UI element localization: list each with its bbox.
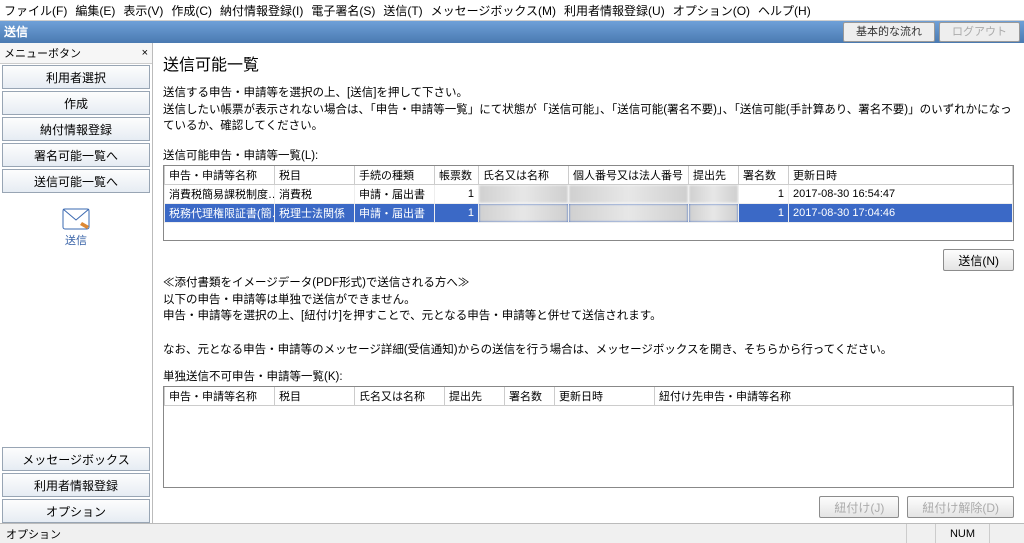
page-heading: 送信可能一覧 [163,51,1014,75]
status-num: NUM [935,524,989,543]
th2-dest[interactable]: 提出先 [445,387,505,406]
nav-to-sign-list[interactable]: 署名可能一覧へ [2,143,150,167]
window-title: 送信 [4,21,839,43]
status-bar: オプション NUM [0,523,1024,543]
menu-bar: ファイル(F) 編集(E) 表示(V) 作成(C) 納付情報登録(I) 電子署名… [0,0,1024,21]
title-bar: 送信 基本的な流れ ログアウト [0,21,1024,43]
link-button[interactable]: 紐付け(J) [819,496,899,518]
table1-header-row: 申告・申請等名称 税目 手続の種類 帳票数 氏名又は名称 個人番号又は法人番号 … [165,166,1013,185]
th-tax[interactable]: 税目 [275,166,355,185]
instruction-text: 送信する申告・申請等を選択の上、[送信]を押して下さい。 送信したい帳票が表示さ… [163,85,1014,135]
nav-msgbox[interactable]: メッセージボックス [2,447,150,471]
logout-button[interactable]: ログアウト [939,22,1020,42]
send-icon-label: 送信 [0,232,152,248]
nav-userinfo[interactable]: 利用者情報登録 [2,473,150,497]
th-proc[interactable]: 手続の種類 [355,166,435,185]
unlink-button[interactable]: 紐付け解除(D) [907,496,1014,518]
list2-label: 単独送信不可申告・申請等一覧(K): [163,368,1014,384]
th2-updated[interactable]: 更新日時 [555,387,655,406]
sendable-table[interactable]: 申告・申請等名称 税目 手続の種類 帳票数 氏名又は名称 個人番号又は法人番号 … [163,165,1014,241]
th-count[interactable]: 帳票数 [435,166,479,185]
th-updated[interactable]: 更新日時 [789,166,1013,185]
menu-file[interactable]: ファイル(F) [4,2,67,19]
menu-userinfo[interactable]: 利用者情報登録(U) [564,2,665,19]
nav-to-send-list[interactable]: 送信可能一覧へ [2,169,150,193]
sidebar: メニューボタン × 利用者選択 作成 納付情報登録 署名可能一覧へ 送信可能一覧… [0,43,153,524]
menu-send[interactable]: 送信(T) [383,2,422,19]
main-panel: 送信可能一覧 送信する申告・申請等を選択の上、[送信]を押して下さい。 送信した… [153,43,1024,524]
menu-msgbox[interactable]: メッセージボックス(M) [431,2,556,19]
send-button[interactable]: 送信(N) [943,249,1014,271]
sidebar-header: メニューボタン × [0,43,152,64]
th-person[interactable]: 氏名又は名称 [479,166,569,185]
th2-linked[interactable]: 紐付け先申告・申請等名称 [655,387,1013,406]
nav-create[interactable]: 作成 [2,91,150,115]
menu-payment[interactable]: 納付情報登録(I) [220,2,303,19]
sidebar-title: メニューボタン [4,45,142,61]
basic-flow-button[interactable]: 基本的な流れ [843,22,935,42]
th-num[interactable]: 個人番号又は法人番号 [569,166,689,185]
attachment-note: ≪添付書類をイメージデータ(PDF形式)で送信される方へ≫ 以下の申告・申請等は… [163,275,1014,358]
menu-sign[interactable]: 電子署名(S) [311,2,375,19]
table-row[interactable]: 税務代理権限証書(簡…税理士法関係申請・届出書112017-08-30 17:0… [165,204,1013,223]
status-empty2 [989,524,1018,543]
th2-person[interactable]: 氏名又は名称 [355,387,445,406]
menu-help[interactable]: ヘルプ(H) [758,2,811,19]
nav-option[interactable]: オプション [2,499,150,523]
table-row[interactable]: 消費税簡易課税制度…消費税申請・届出書112017-08-30 16:54:47 [165,185,1013,204]
menu-view[interactable]: 表示(V) [123,2,163,19]
th2-tax[interactable]: 税目 [275,387,355,406]
th-dest[interactable]: 提出先 [689,166,739,185]
th2-name[interactable]: 申告・申請等名称 [165,387,275,406]
status-empty1 [906,524,935,543]
menu-edit[interactable]: 編集(E) [75,2,115,19]
nav-user-select[interactable]: 利用者選択 [2,65,150,89]
th2-sigs[interactable]: 署名数 [505,387,555,406]
menu-create[interactable]: 作成(C) [171,2,212,19]
th-sigs[interactable]: 署名数 [739,166,789,185]
sidebar-close-icon[interactable]: × [142,47,148,59]
nonsendable-table[interactable]: 申告・申請等名称 税目 氏名又は名称 提出先 署名数 更新日時 紐付け先申告・申… [163,386,1014,488]
send-icon [62,208,90,230]
th-name[interactable]: 申告・申請等名称 [165,166,275,185]
send-icon-block[interactable]: 送信 [0,208,152,248]
nav-payment[interactable]: 納付情報登録 [2,117,150,141]
table2-header-row: 申告・申請等名称 税目 氏名又は名称 提出先 署名数 更新日時 紐付け先申告・申… [165,387,1013,406]
list1-label: 送信可能申告・申請等一覧(L): [163,147,1014,163]
menu-option[interactable]: オプション(O) [673,2,750,19]
status-left: オプション [6,526,61,542]
